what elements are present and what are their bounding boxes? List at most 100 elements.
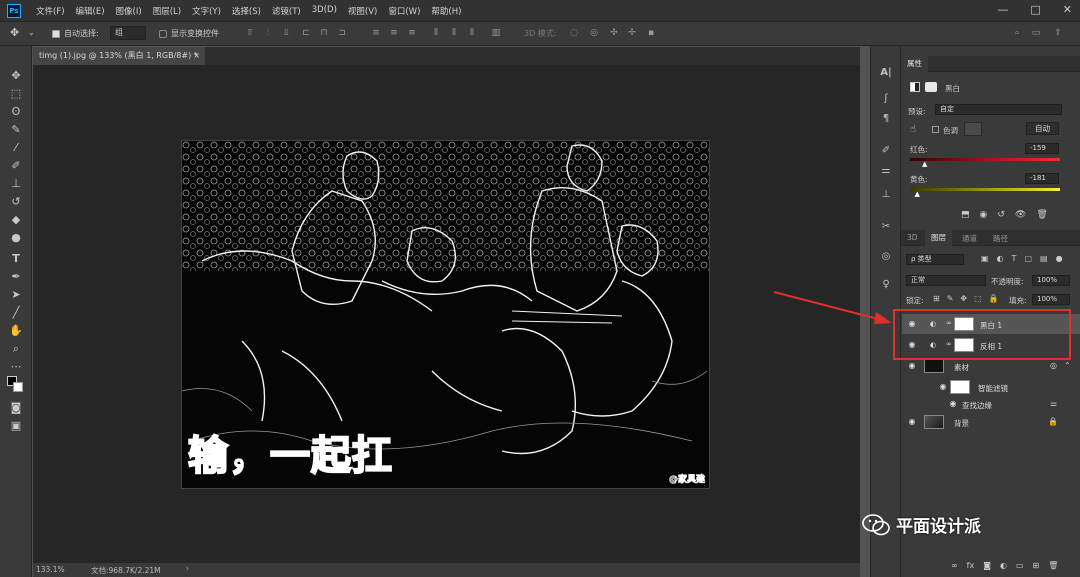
tab-channels[interactable]: 通道 [962, 233, 977, 244]
clone-source-icon[interactable]: ⊥ [879, 188, 893, 202]
document-image[interactable]: 输，一起扛 @家具建 [181, 140, 710, 489]
mask-icon[interactable] [925, 82, 937, 92]
opacity-field[interactable]: 100% [1032, 275, 1070, 286]
3d-drag-icon[interactable]: ✣ [608, 28, 620, 39]
tool-preset-chevron-icon[interactable]: ⌄ [28, 28, 35, 37]
auto-button[interactable]: 自动 [1026, 122, 1059, 135]
distribute-vcenter-icon[interactable]: ≡ [388, 28, 400, 39]
filter-toggle-icon[interactable]: ● [1056, 254, 1063, 263]
layer-filter-dropdown[interactable]: ρ 类型 [906, 254, 964, 265]
visibility-eye-icon[interactable]: ◉ [907, 361, 917, 371]
distribute-left-icon[interactable]: ⦀ [430, 28, 442, 39]
more-tools-icon[interactable]: ⋯ [8, 359, 24, 375]
path-select-tool-icon[interactable]: ➤ [8, 287, 24, 303]
lock-pixels-icon[interactable]: ✎ [947, 294, 954, 303]
auto-select-checkbox[interactable] [52, 30, 60, 38]
group-icon[interactable]: ▭ [1016, 561, 1024, 570]
menu-help[interactable]: 帮助(H) [431, 5, 461, 17]
paragraph-panel-icon[interactable]: ¶ [879, 112, 893, 126]
tab-layers[interactable]: 图层 [925, 230, 952, 246]
align-vcenter-icon[interactable]: ⫶ [262, 28, 274, 39]
delete-adjust-icon[interactable]: 🗑 [1036, 210, 1047, 220]
dodge-tool-icon[interactable]: ● [8, 230, 24, 246]
close-button[interactable]: ✕ [1063, 3, 1072, 16]
blend-mode-dropdown[interactable]: 正常 [906, 275, 986, 286]
tools-panel-icon[interactable]: ✂ [879, 220, 893, 234]
lock-position-icon[interactable]: ✥ [960, 294, 967, 303]
workspace-icon[interactable]: ▭ [1030, 28, 1042, 39]
quick-mask-icon[interactable]: ◙ [8, 400, 24, 416]
share-icon[interactable]: ⇪ [1052, 28, 1064, 39]
menu-select[interactable]: 选择(S) [232, 5, 261, 17]
yellows-slider-thumb[interactable]: ▲ [915, 190, 920, 198]
visibility-eye-icon[interactable]: ◉ [948, 399, 958, 409]
filter-options-icon[interactable]: ⚌ [1050, 399, 1057, 408]
maximize-button[interactable]: □ [1030, 3, 1040, 16]
reset-icon[interactable]: ↺ [997, 210, 1005, 220]
preset-dropdown[interactable]: 自定 [935, 104, 1062, 115]
auto-align-icon[interactable]: ▥ [490, 28, 502, 39]
screen-mode-icon[interactable]: ▣ [8, 418, 24, 434]
character-panel-icon[interactable]: A| [879, 66, 893, 80]
show-transform-checkbox[interactable] [159, 30, 167, 38]
background-color-swatch[interactable] [13, 382, 23, 392]
distribute-top-icon[interactable]: ≡ [370, 28, 382, 39]
quick-select-tool-icon[interactable]: ✎ [8, 122, 24, 138]
fx-icon[interactable]: fx [967, 561, 975, 570]
delete-icon[interactable]: 🗑 [1048, 561, 1058, 570]
filter-shape-icon[interactable]: ▢ [1024, 254, 1032, 263]
move-tool-icon[interactable]: ✥ [8, 68, 24, 84]
layer-row[interactable]: ◉ 查找边缘 ⚌ [902, 396, 1080, 412]
search-icon[interactable]: ⌕ [1011, 28, 1023, 39]
menu-layer[interactable]: 图层(L) [153, 5, 181, 17]
type-tool-icon[interactable]: T [8, 251, 24, 267]
targeted-adjust-hand-icon[interactable]: ☝ [910, 124, 916, 135]
tab-3d[interactable]: 3D [907, 233, 918, 242]
distribute-hcenter-icon[interactable]: ⦀ [448, 28, 460, 39]
background-thumbnail[interactable] [924, 415, 944, 429]
visibility-eye-icon[interactable]: ◉ [938, 382, 948, 392]
tab-paths[interactable]: 路径 [993, 233, 1008, 244]
clip-to-layer-icon[interactable]: ⬒ [961, 210, 970, 220]
yellows-value-field[interactable]: -181 [1025, 173, 1059, 184]
filter-pixel-icon[interactable]: ▣ [981, 254, 989, 263]
tint-color-swatch[interactable] [964, 122, 982, 136]
layer-name[interactable]: 背景 [954, 418, 969, 429]
minimize-button[interactable]: — [997, 3, 1008, 16]
document-tab[interactable]: timg (1).jpg @ 133% (黑白 1, RGB/8#) * × [33, 47, 205, 65]
distribute-right-icon[interactable]: ⦀ [466, 28, 478, 39]
new-layer-icon[interactable]: ⊞ [1033, 561, 1040, 570]
line-tool-icon[interactable]: ╱ [8, 305, 24, 321]
adjustments-panel-icon[interactable]: ⚌ [879, 164, 893, 178]
link-icon[interactable]: ∞ [951, 561, 958, 570]
3d-slide-icon[interactable]: ✢ [626, 28, 638, 39]
zoom-tool-icon[interactable]: ⌕ [8, 341, 24, 357]
menu-view[interactable]: 视图(V) [348, 5, 377, 17]
visibility-icon[interactable]: 👁 [1015, 210, 1026, 220]
align-hcenter-icon[interactable]: ⊓ [318, 28, 330, 39]
zoom-level[interactable]: 133.1% [36, 565, 65, 574]
menu-edit[interactable]: 编辑(E) [76, 5, 105, 17]
lock-artboard-icon[interactable]: ⬚ [974, 294, 982, 303]
align-bottom-icon[interactable]: ⫫ [280, 28, 292, 39]
eraser-tool-icon[interactable]: ◆ [8, 212, 24, 228]
menu-window[interactable]: 窗口(W) [388, 5, 420, 17]
lock-transparency-icon[interactable]: ⊞ [933, 294, 940, 303]
align-left-icon[interactable]: ⊏ [300, 28, 312, 39]
auto-select-dropdown[interactable]: 组 [110, 26, 146, 40]
move-tool-icon[interactable]: ✥ [10, 26, 19, 39]
glyphs-panel-icon[interactable]: ʃ [879, 92, 893, 106]
3d-scale-icon[interactable]: ▪ [645, 28, 657, 39]
menu-file[interactable]: 文件(F) [36, 5, 65, 17]
menu-3d[interactable]: 3D(D) [312, 5, 337, 17]
align-right-icon[interactable]: ⊐ [336, 28, 348, 39]
hand-tool-icon[interactable]: ✋ [8, 323, 24, 339]
filter-smart-icon[interactable]: ▤ [1040, 254, 1048, 263]
view-previous-icon[interactable]: ◉ [980, 210, 988, 220]
layer-row[interactable]: ◉ 背景 🔒 [902, 412, 1080, 432]
filter-effects-icon[interactable]: ◎ [1050, 361, 1057, 370]
layer-name[interactable]: 素材 [954, 362, 969, 373]
3d-rotate-icon[interactable]: ◌ [568, 28, 580, 39]
brush-tool-icon[interactable]: ✐ [8, 158, 24, 174]
close-tab-icon[interactable]: × [193, 47, 200, 65]
